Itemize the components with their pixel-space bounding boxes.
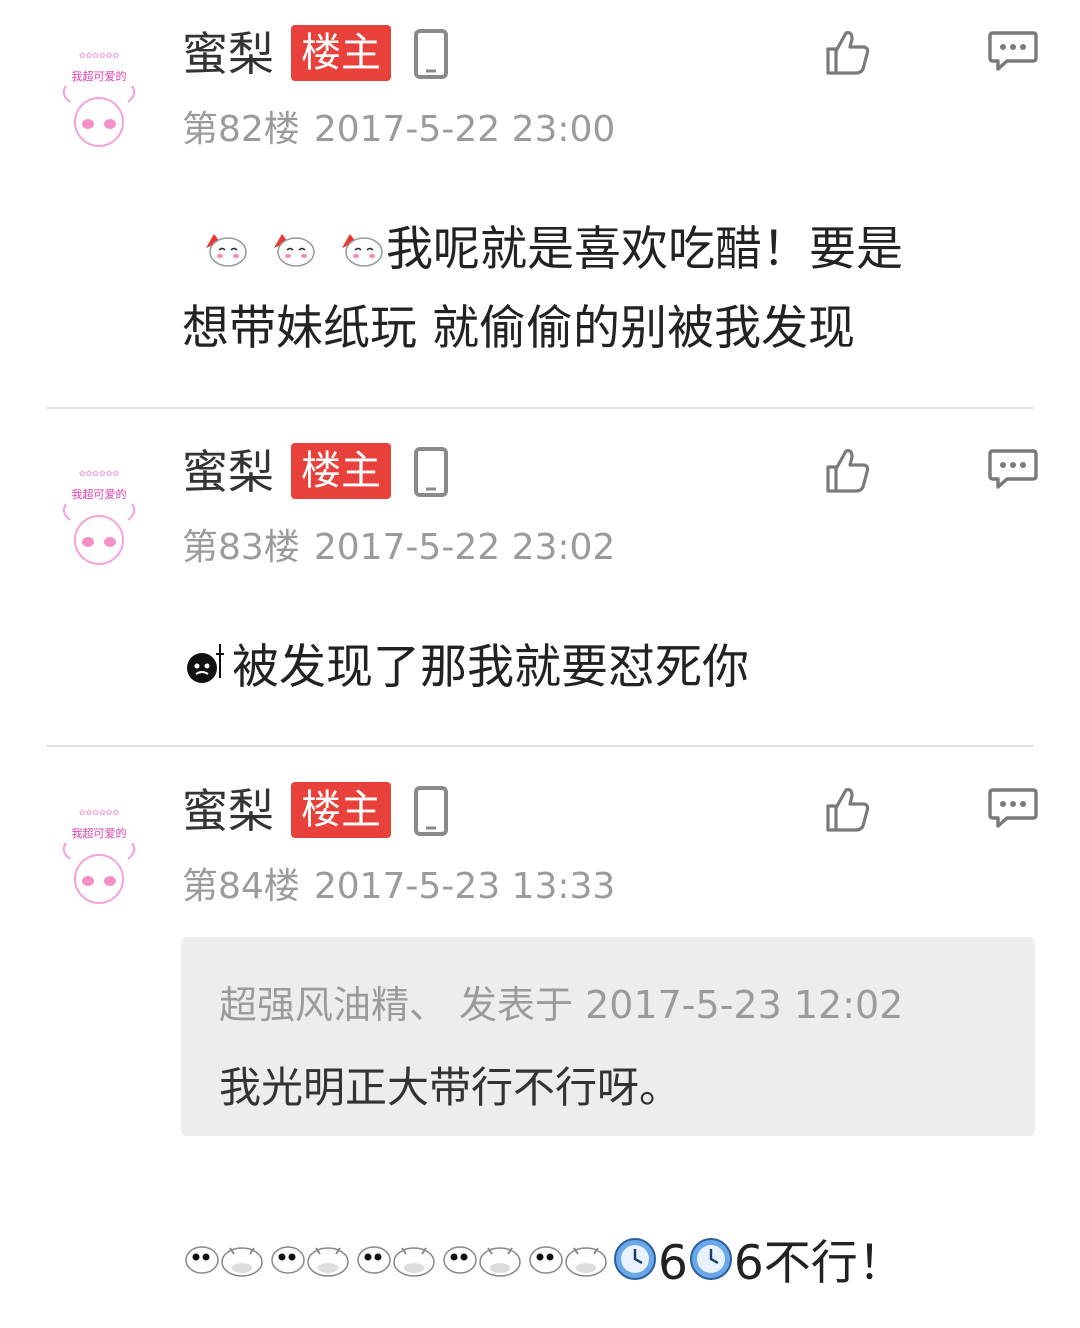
emoji-cow-icon: [268, 1229, 354, 1305]
post-content: 被发现了那我就要怼死你: [182, 630, 1034, 709]
avatar-text: 我超可爱的: [72, 826, 127, 840]
avatar[interactable]: ✿✿✿✿✿✿ 我超可爱的: [46, 801, 152, 907]
post-meta: 第84楼 2017-5-23 13:33: [182, 865, 615, 909]
floor-number: 第82楼: [182, 109, 300, 150]
emoji-smile-icon: [270, 215, 318, 291]
phone-icon: [412, 447, 450, 497]
quote-time: 发表于 2017-5-23 12:02: [459, 983, 904, 1027]
svg-text:✿✿✿✿✿✿: ✿✿✿✿✿✿: [79, 469, 120, 478]
svg-text:✿✿✿✿✿✿: ✿✿✿✿✿✿: [79, 808, 120, 817]
op-badge: 楼主: [291, 25, 391, 81]
avatar-text: 我超可爱的: [72, 69, 127, 83]
post-text-line: 被发现了那我就要怼死你: [232, 640, 749, 695]
post-text-line: 想带妹纸玩 就偷偷的别被我发现: [182, 300, 855, 356]
floor-number: 第83楼: [182, 527, 300, 568]
post-time: 2017-5-22 23:00: [313, 109, 616, 150]
post-content: 6 6不行！: [182, 1226, 905, 1305]
phone-icon: [412, 786, 450, 836]
divider: [46, 745, 1034, 747]
op-badge: 楼主: [291, 443, 391, 499]
phone-icon: [412, 29, 450, 79]
quote-meta: 超强风油精、 发表于 2017-5-23 12:02: [219, 981, 903, 1029]
avatar[interactable]: ✿✿✿✿✿✿ 我超可爱的: [46, 462, 152, 568]
post-time: 2017-5-23 13:33: [313, 866, 616, 907]
emoji-smile-icon: [202, 215, 250, 291]
divider: [46, 407, 1034, 409]
post-meta: 第83楼 2017-5-22 23:02: [182, 526, 615, 570]
svg-text:✿✿✿✿✿✿: ✿✿✿✿✿✿: [79, 51, 120, 60]
post-content: 我呢就是喜欢吃醋！要是 想带妹纸玩 就偷偷的别被我发现: [182, 212, 1034, 367]
emoji-cow-icon: [440, 1229, 526, 1305]
clock-icon: [688, 1229, 734, 1305]
avatar-text: 我超可爱的: [72, 487, 127, 501]
post-time: 2017-5-22 23:02: [313, 527, 616, 568]
comment-icon[interactable]: [987, 30, 1039, 72]
author-name[interactable]: 蜜梨: [182, 26, 274, 82]
emoji-cow-icon: [182, 1229, 268, 1305]
op-badge: 楼主: [291, 782, 391, 838]
avatar[interactable]: ✿✿✿✿✿✿ 我超可爱的: [46, 44, 152, 150]
clock-icon: [612, 1229, 658, 1305]
emoji-black-face-icon: [182, 633, 228, 709]
floor-number: 第84楼: [182, 866, 300, 907]
like-icon[interactable]: [822, 784, 872, 834]
quote-text: 我光明正大带行不行呀。: [219, 1063, 682, 1112]
emoji-smile-icon: [338, 215, 386, 291]
quoted-reply[interactable]: 超强风油精、 发表于 2017-5-23 12:02 我光明正大带行不行呀。: [181, 937, 1035, 1136]
post-floor-82: ✿✿✿✿✿✿ 我超可爱的 蜜梨 楼主 第82楼 2017-5-22 23:00 我…: [0, 0, 1080, 408]
post-text: 6不行！: [733, 1236, 905, 1291]
post-text: 6: [658, 1236, 688, 1291]
like-icon[interactable]: [822, 445, 872, 495]
author-name[interactable]: 蜜梨: [182, 783, 274, 839]
author-name[interactable]: 蜜梨: [182, 444, 274, 500]
emoji-cow-icon: [354, 1229, 440, 1305]
like-icon[interactable]: [822, 27, 872, 77]
post-meta: 第82楼 2017-5-22 23:00: [182, 108, 615, 152]
comment-icon[interactable]: [987, 787, 1039, 829]
post-text-line: 我呢就是喜欢吃醋！要是: [386, 222, 903, 277]
comment-icon[interactable]: [987, 448, 1039, 490]
emoji-cow-icon: [526, 1229, 612, 1305]
post-floor-83: ✿✿✿✿✿✿ 我超可爱的 蜜梨 楼主 第83楼 2017-5-22 23:02 被…: [0, 418, 1080, 746]
quote-user: 超强风油精、: [219, 983, 448, 1027]
